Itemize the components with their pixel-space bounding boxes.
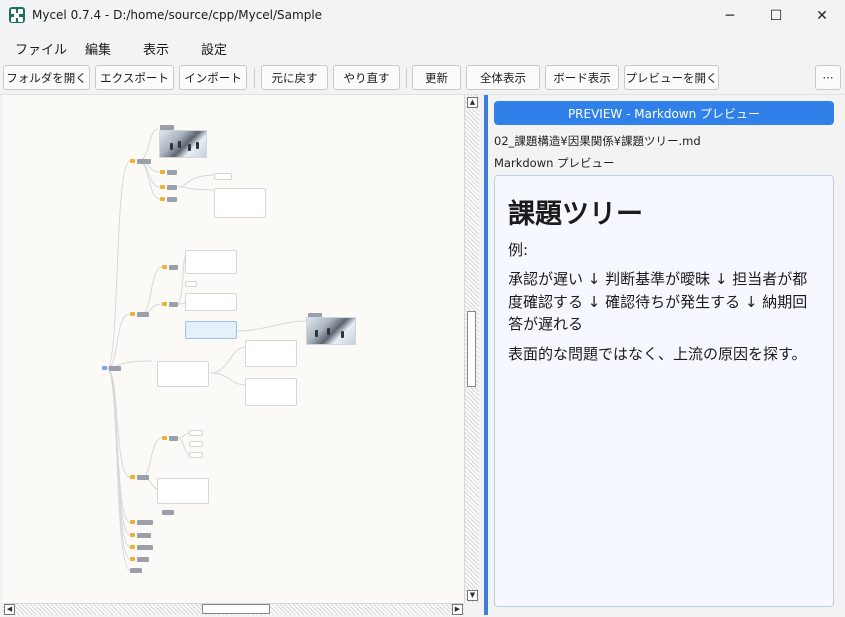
folder-node-label[interactable] bbox=[137, 533, 151, 538]
markdown-preview-box: 課題ツリー 例: 承認が遅い ↓ 判断基準が曖昧 ↓ 担当者が都度確認する ↓ … bbox=[494, 175, 834, 607]
folder-node-label[interactable] bbox=[162, 510, 174, 515]
folder-icon bbox=[160, 170, 165, 174]
folder-icon bbox=[162, 436, 167, 440]
folder-node-label[interactable] bbox=[167, 185, 177, 190]
scroll-up-arrow[interactable]: ▲ bbox=[467, 97, 478, 108]
note-node[interactable] bbox=[189, 452, 203, 458]
menu-settings[interactable]: 設定 bbox=[201, 39, 227, 58]
preview-file-path: 02_課題構造¥因果関係¥課題ツリー.md bbox=[494, 134, 701, 148]
markdown-paragraph-chain: 承認が遅い ↓ 判断基準が曖昧 ↓ 担当者が都度確認する ↓ 確認待ちが発生する… bbox=[508, 270, 808, 333]
redo-button[interactable]: やり直す bbox=[333, 65, 400, 90]
note-node[interactable] bbox=[214, 173, 232, 180]
folder-icon bbox=[160, 185, 165, 189]
vertical-scroll-thumb[interactable] bbox=[467, 311, 476, 387]
preview-header: PREVIEW - Markdown プレビュー bbox=[494, 101, 834, 125]
folder-icon bbox=[130, 557, 135, 561]
folder-node-label[interactable] bbox=[167, 170, 177, 175]
folder-icon bbox=[130, 520, 135, 524]
image-node-photo[interactable] bbox=[159, 130, 207, 158]
minimize-button[interactable]: ─ bbox=[707, 0, 753, 31]
mindmap-connectors bbox=[106, 128, 308, 571]
folder-icon bbox=[162, 265, 167, 269]
mindmap-canvas[interactable] bbox=[2, 95, 464, 603]
folder-icon bbox=[130, 312, 135, 316]
app-icon bbox=[9, 7, 25, 23]
root-node-label[interactable] bbox=[109, 366, 121, 371]
scroll-left-arrow[interactable]: ◀ bbox=[4, 604, 15, 615]
folder-icon bbox=[130, 533, 135, 537]
folder-icon bbox=[130, 159, 135, 163]
menu-file[interactable]: ファイル bbox=[15, 39, 67, 58]
preview-pane: PREVIEW - Markdown プレビュー 02_課題構造¥因果関係¥課題… bbox=[488, 95, 845, 617]
toolbar-separator bbox=[254, 68, 255, 88]
branch-node-label[interactable] bbox=[137, 159, 151, 164]
open-preview-button[interactable]: プレビューを開く bbox=[624, 65, 719, 90]
scroll-down-arrow[interactable]: ▼ bbox=[467, 590, 478, 601]
menu-edit[interactable]: 編集 bbox=[85, 39, 111, 58]
branch-node-label[interactable] bbox=[137, 475, 149, 480]
menu-view[interactable]: 表示 bbox=[143, 39, 169, 58]
folder-icon bbox=[160, 197, 165, 201]
export-button[interactable]: エクスポート bbox=[95, 65, 174, 90]
undo-button[interactable]: 元に戻す bbox=[261, 65, 328, 90]
folder-icon bbox=[130, 475, 135, 479]
note-node[interactable] bbox=[189, 441, 203, 447]
import-button[interactable]: インポート bbox=[179, 65, 247, 90]
image-node-photo[interactable] bbox=[306, 317, 356, 345]
note-node[interactable] bbox=[189, 430, 203, 436]
folder-node-label[interactable] bbox=[130, 568, 142, 573]
maximize-button[interactable]: ☐ bbox=[753, 0, 799, 31]
note-node[interactable] bbox=[157, 361, 209, 387]
vertical-scrollbar[interactable]: ▲ ▼ bbox=[464, 95, 479, 603]
note-node[interactable] bbox=[185, 250, 237, 274]
folder-node-label[interactable] bbox=[137, 520, 153, 525]
close-button[interactable]: ✕ bbox=[799, 0, 845, 31]
toolbar: フォルダを開く エクスポート インポート 元に戻す やり直す 更新 全体表示 ボ… bbox=[0, 62, 845, 95]
note-node[interactable] bbox=[185, 293, 237, 311]
note-node[interactable] bbox=[157, 478, 209, 504]
branch-node-label[interactable] bbox=[137, 312, 149, 317]
refresh-button[interactable]: 更新 bbox=[412, 65, 461, 90]
preview-mode-label: Markdown プレビュー bbox=[494, 156, 615, 170]
board-view-button[interactable]: ボード表示 bbox=[545, 65, 619, 90]
title-bar: Mycel 0.7.4 - D:/home/source/cpp/Mycel/S… bbox=[0, 0, 845, 31]
toolbar-separator bbox=[406, 68, 407, 88]
note-node[interactable] bbox=[245, 378, 297, 406]
window-title: Mycel 0.7.4 - D:/home/source/cpp/Mycel/S… bbox=[32, 8, 323, 22]
folder-node-label[interactable] bbox=[169, 436, 178, 441]
scroll-right-arrow[interactable]: ▶ bbox=[452, 604, 463, 615]
folder-icon bbox=[130, 545, 135, 549]
markdown-paragraph-conclusion: 表面的な問題ではなく、上流の原因を探す。 bbox=[508, 345, 807, 363]
folder-node-label[interactable] bbox=[167, 197, 177, 202]
note-node[interactable] bbox=[245, 340, 297, 367]
note-node[interactable] bbox=[185, 281, 197, 287]
markdown-heading: 課題ツリー bbox=[508, 199, 643, 230]
selected-note-node[interactable] bbox=[185, 321, 237, 339]
folder-icon bbox=[162, 302, 167, 306]
folder-node-label[interactable] bbox=[137, 545, 153, 550]
open-folder-button[interactable]: フォルダを開く bbox=[3, 65, 90, 90]
horizontal-scroll-thumb[interactable] bbox=[202, 604, 270, 614]
folder-node-label[interactable] bbox=[137, 557, 149, 562]
root-node-icon bbox=[102, 366, 107, 370]
horizontal-scrollbar[interactable]: ◀ ▶ bbox=[2, 603, 464, 615]
more-button[interactable]: ··· bbox=[815, 65, 841, 90]
folder-node-label[interactable] bbox=[169, 302, 178, 307]
markdown-paragraph-example: 例: bbox=[508, 241, 529, 259]
show-all-button[interactable]: 全体表示 bbox=[466, 65, 540, 90]
folder-node-label[interactable] bbox=[169, 265, 178, 270]
note-node[interactable] bbox=[214, 188, 266, 218]
menu-bar: ファイル 編集 表示 設定 bbox=[0, 31, 845, 62]
